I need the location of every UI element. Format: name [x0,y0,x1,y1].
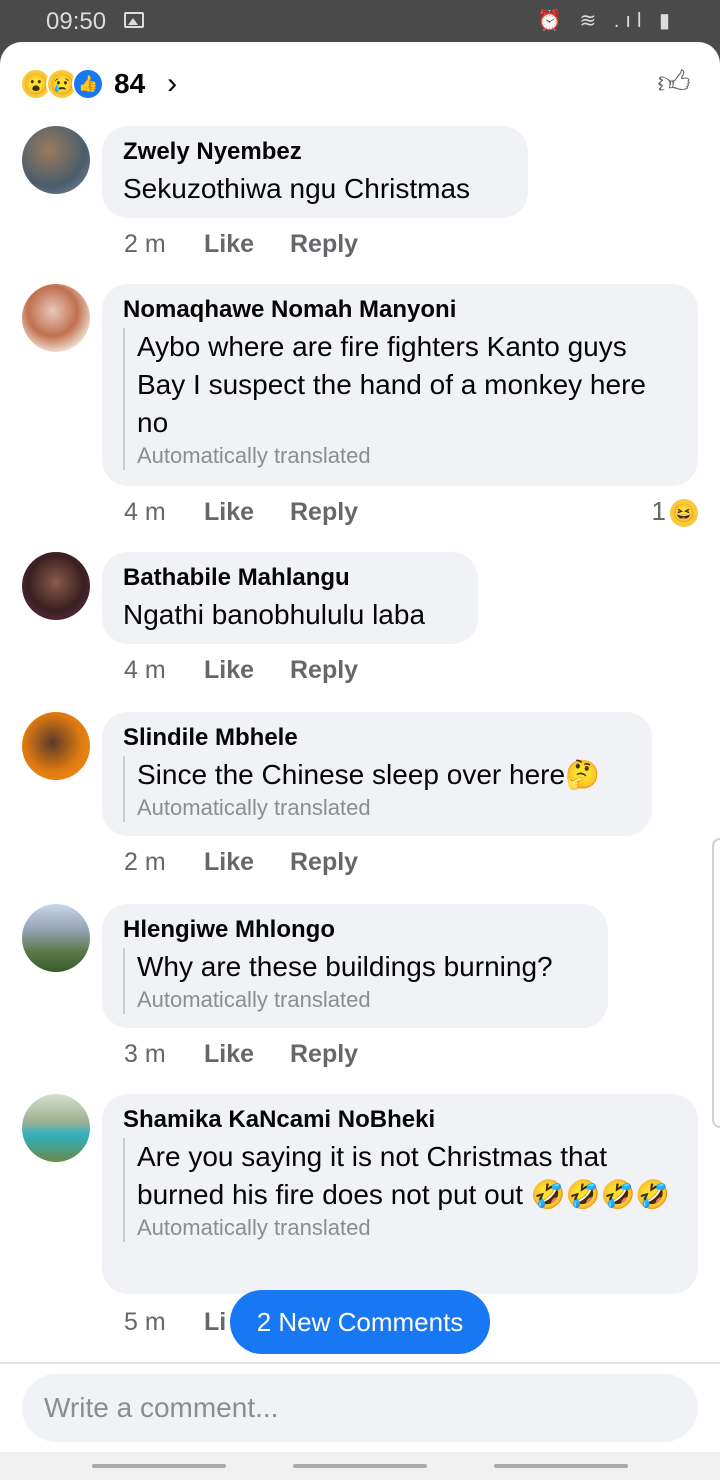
commenter-name[interactable]: Shamika KaNcami NoBheki [123,1106,678,1134]
system-status-icons: ⏰ ≋ .ıl ▮ [537,10,676,32]
comment-reaction-count: 1 [651,496,666,526]
status-time: 09:50 [46,8,107,35]
commenter-name[interactable]: Bathabile Mahlangu [123,564,458,592]
comment-time: 2 m [124,848,166,876]
comment-text: Since the Chinese sleep over here🤔 [137,759,600,790]
comment-text: Aybo where are fire fighters Kanto guys … [137,331,646,438]
like-icon: 👍 [72,68,104,100]
comment-time: 4 m [124,498,166,526]
nav-recents-handle[interactable] [92,1464,226,1468]
comment-actions: 4 m Like Reply [124,498,358,527]
comment-bubble[interactable]: Slindile Mbhele Since the Chinese sleep … [102,712,652,836]
translation-note[interactable]: Automatically translated [137,794,632,822]
comment-actions: 2 m Like Reply [124,848,358,877]
comment-bubble[interactable]: Shamika KaNcami NoBheki Are you saying i… [102,1094,698,1294]
reply-button[interactable]: Reply [290,656,358,685]
thumbs-up-icon: 👍︎ [657,64,691,100]
avatar[interactable] [22,1094,90,1162]
avatar[interactable] [22,126,90,194]
commenter-name[interactable]: Zwely Nyembez [123,138,508,166]
comment-text: Are you saying it is not Christmas that … [137,1141,671,1210]
status-bar: 09:50 ⏰ ≋ .ıl ▮ [0,0,720,42]
like-button[interactable]: Like [204,848,290,877]
gallery-notification-icon [124,12,144,28]
nav-home-handle[interactable] [293,1464,427,1468]
commenter-name[interactable]: Nomaqhawe Nomah Manyoni [123,296,678,324]
like-button[interactable]: Like [204,1040,290,1069]
reply-button[interactable]: Reply [290,230,358,259]
chevron-right-icon: › [167,67,178,100]
laughing-emoji-icon: 😆 [670,499,698,528]
divider [0,1362,720,1364]
comment-reactions[interactable]: 1 😆 [651,496,698,528]
new-comments-button[interactable]: 2 New Comments [230,1290,490,1354]
translation-note[interactable]: Automatically translated [137,986,588,1014]
comment-time: 4 m [124,656,166,684]
avatar[interactable] [22,904,90,972]
comment-actions: 3 m Like Reply [124,1040,358,1069]
avatar[interactable] [22,712,90,780]
translated-block: Since the Chinese sleep over here🤔 Autom… [123,756,632,822]
avatar[interactable] [22,284,90,352]
comment-text: Ngathi banobhululu laba [123,599,426,630]
comment-time: 2 m [124,230,166,258]
comment-time: 3 m [124,1040,166,1068]
like-button[interactable]: Like [204,656,290,685]
avatar[interactable] [22,552,90,620]
comment-bubble[interactable]: Nomaqhawe Nomah Manyoni Aybo where are f… [102,284,698,486]
comments-sheet: 😮 😢 👍 84 › 👍︎ Zwely Nyembez Sekuzothiwa … [0,42,720,1480]
translation-note[interactable]: Automatically translated [137,1214,678,1242]
reply-button[interactable]: Reply [290,498,358,527]
comment-bubble[interactable]: Bathabile Mahlangu Ngathi banobhululu la… [102,552,478,644]
comment-time: 5 m [124,1308,166,1336]
translation-note[interactable]: Automatically translated [137,442,678,470]
comment-text: Sekuzothiwa ngu Christmas [123,173,471,204]
comment-actions: 4 m Like Reply [124,656,358,685]
reply-button[interactable]: Reply [290,848,358,877]
system-nav-bar [0,1452,720,1480]
comment-input[interactable]: Write a comment... [22,1374,698,1442]
comment-text: Why are these buildings burning? [137,951,553,982]
like-button[interactable]: Like [204,230,290,259]
scrollbar-thumb[interactable] [712,838,720,1128]
commenter-name[interactable]: Hlengiwe Mhlongo [123,916,588,944]
translated-block: Are you saying it is not Christmas that … [123,1138,678,1242]
comment-bubble[interactable]: Zwely Nyembez Sekuzothiwa ngu Christmas [102,126,528,218]
translated-block: Why are these buildings burning? Automat… [123,948,588,1014]
translated-block: Aybo where are fire fighters Kanto guys … [123,328,678,470]
reaction-count: 84 [114,68,146,99]
comment-actions: 2 m Like Reply [124,230,358,259]
like-post-button[interactable]: 👍︎ [654,62,694,102]
commenter-name[interactable]: Slindile Mbhele [123,724,632,752]
reactions-summary[interactable]: 😮 😢 👍 84 › [20,64,177,104]
like-button[interactable]: Like [204,498,290,527]
reply-button[interactable]: Reply [290,1040,358,1069]
nav-back-handle[interactable] [494,1464,628,1468]
comment-bubble[interactable]: Hlengiwe Mhlongo Why are these buildings… [102,904,608,1028]
